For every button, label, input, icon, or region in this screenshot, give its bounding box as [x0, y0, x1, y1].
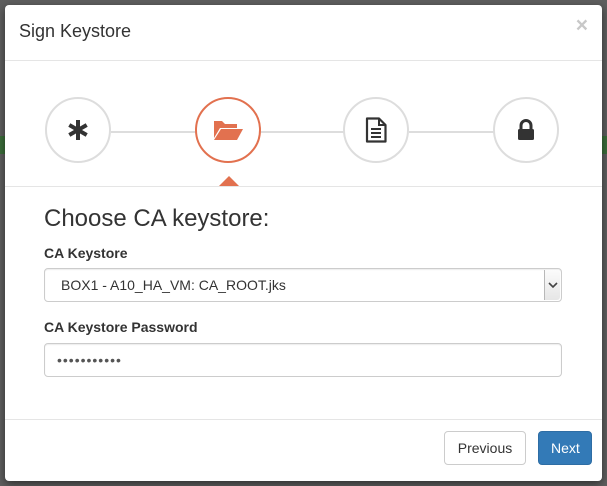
wizard-step-2[interactable]: [195, 97, 261, 163]
asterisk-icon: [68, 120, 88, 140]
sign-keystore-modal: Sign Keystore × Choose CA keystore: CA K…: [5, 5, 602, 481]
step-connector: [111, 131, 197, 133]
modal-footer: Previous Next: [5, 419, 602, 481]
ca-keystore-password-label: CA Keystore Password: [44, 319, 198, 335]
wizard-steps: [5, 61, 602, 187]
background-page-fragment: [602, 136, 607, 154]
previous-button[interactable]: Previous: [444, 431, 526, 465]
active-step-pointer: [219, 176, 239, 186]
lock-icon: [518, 119, 534, 140]
wizard-step-3[interactable]: [343, 97, 409, 163]
modal-body: Choose CA keystore: CA Keystore BOX1 - A…: [5, 187, 602, 421]
folder-open-icon: [214, 121, 243, 140]
chevron-down-icon[interactable]: [544, 270, 560, 300]
document-icon: [365, 117, 387, 143]
step-connector: [261, 131, 345, 133]
ca-keystore-select[interactable]: BOX1 - A10_HA_VM: CA_ROOT.jks: [44, 268, 562, 302]
modal-title: Sign Keystore: [19, 21, 132, 41]
ca-keystore-selected-value: BOX1 - A10_HA_VM: CA_ROOT.jks: [61, 277, 286, 293]
step-connector: [409, 131, 495, 133]
ca-keystore-label: CA Keystore: [44, 245, 128, 261]
next-button[interactable]: Next: [538, 431, 592, 465]
ca-keystore-password-input[interactable]: [44, 343, 562, 377]
close-button[interactable]: ×: [576, 15, 588, 36]
modal-header: Sign Keystore ×: [5, 5, 602, 61]
wizard-step-1[interactable]: [45, 97, 111, 163]
section-title: Choose CA keystore:: [44, 205, 270, 232]
wizard-step-4[interactable]: [493, 97, 559, 163]
